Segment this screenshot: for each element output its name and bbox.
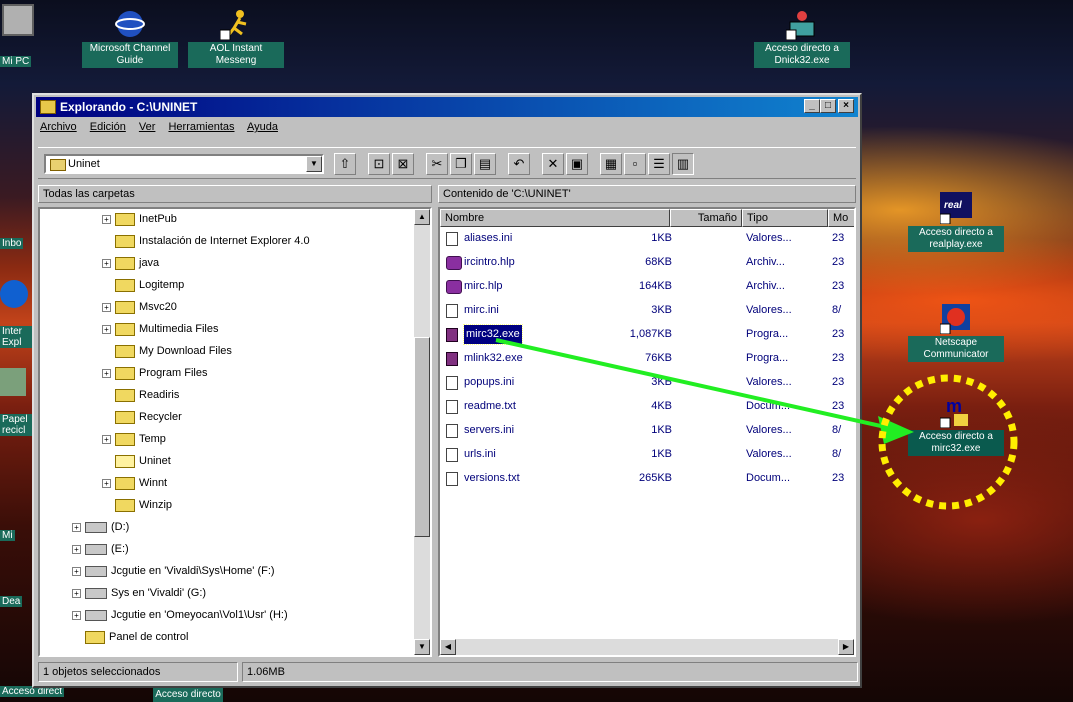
highlight-circle <box>878 374 1018 510</box>
green-arrow <box>495 338 914 444</box>
annotation-overlay <box>495 338 1018 510</box>
